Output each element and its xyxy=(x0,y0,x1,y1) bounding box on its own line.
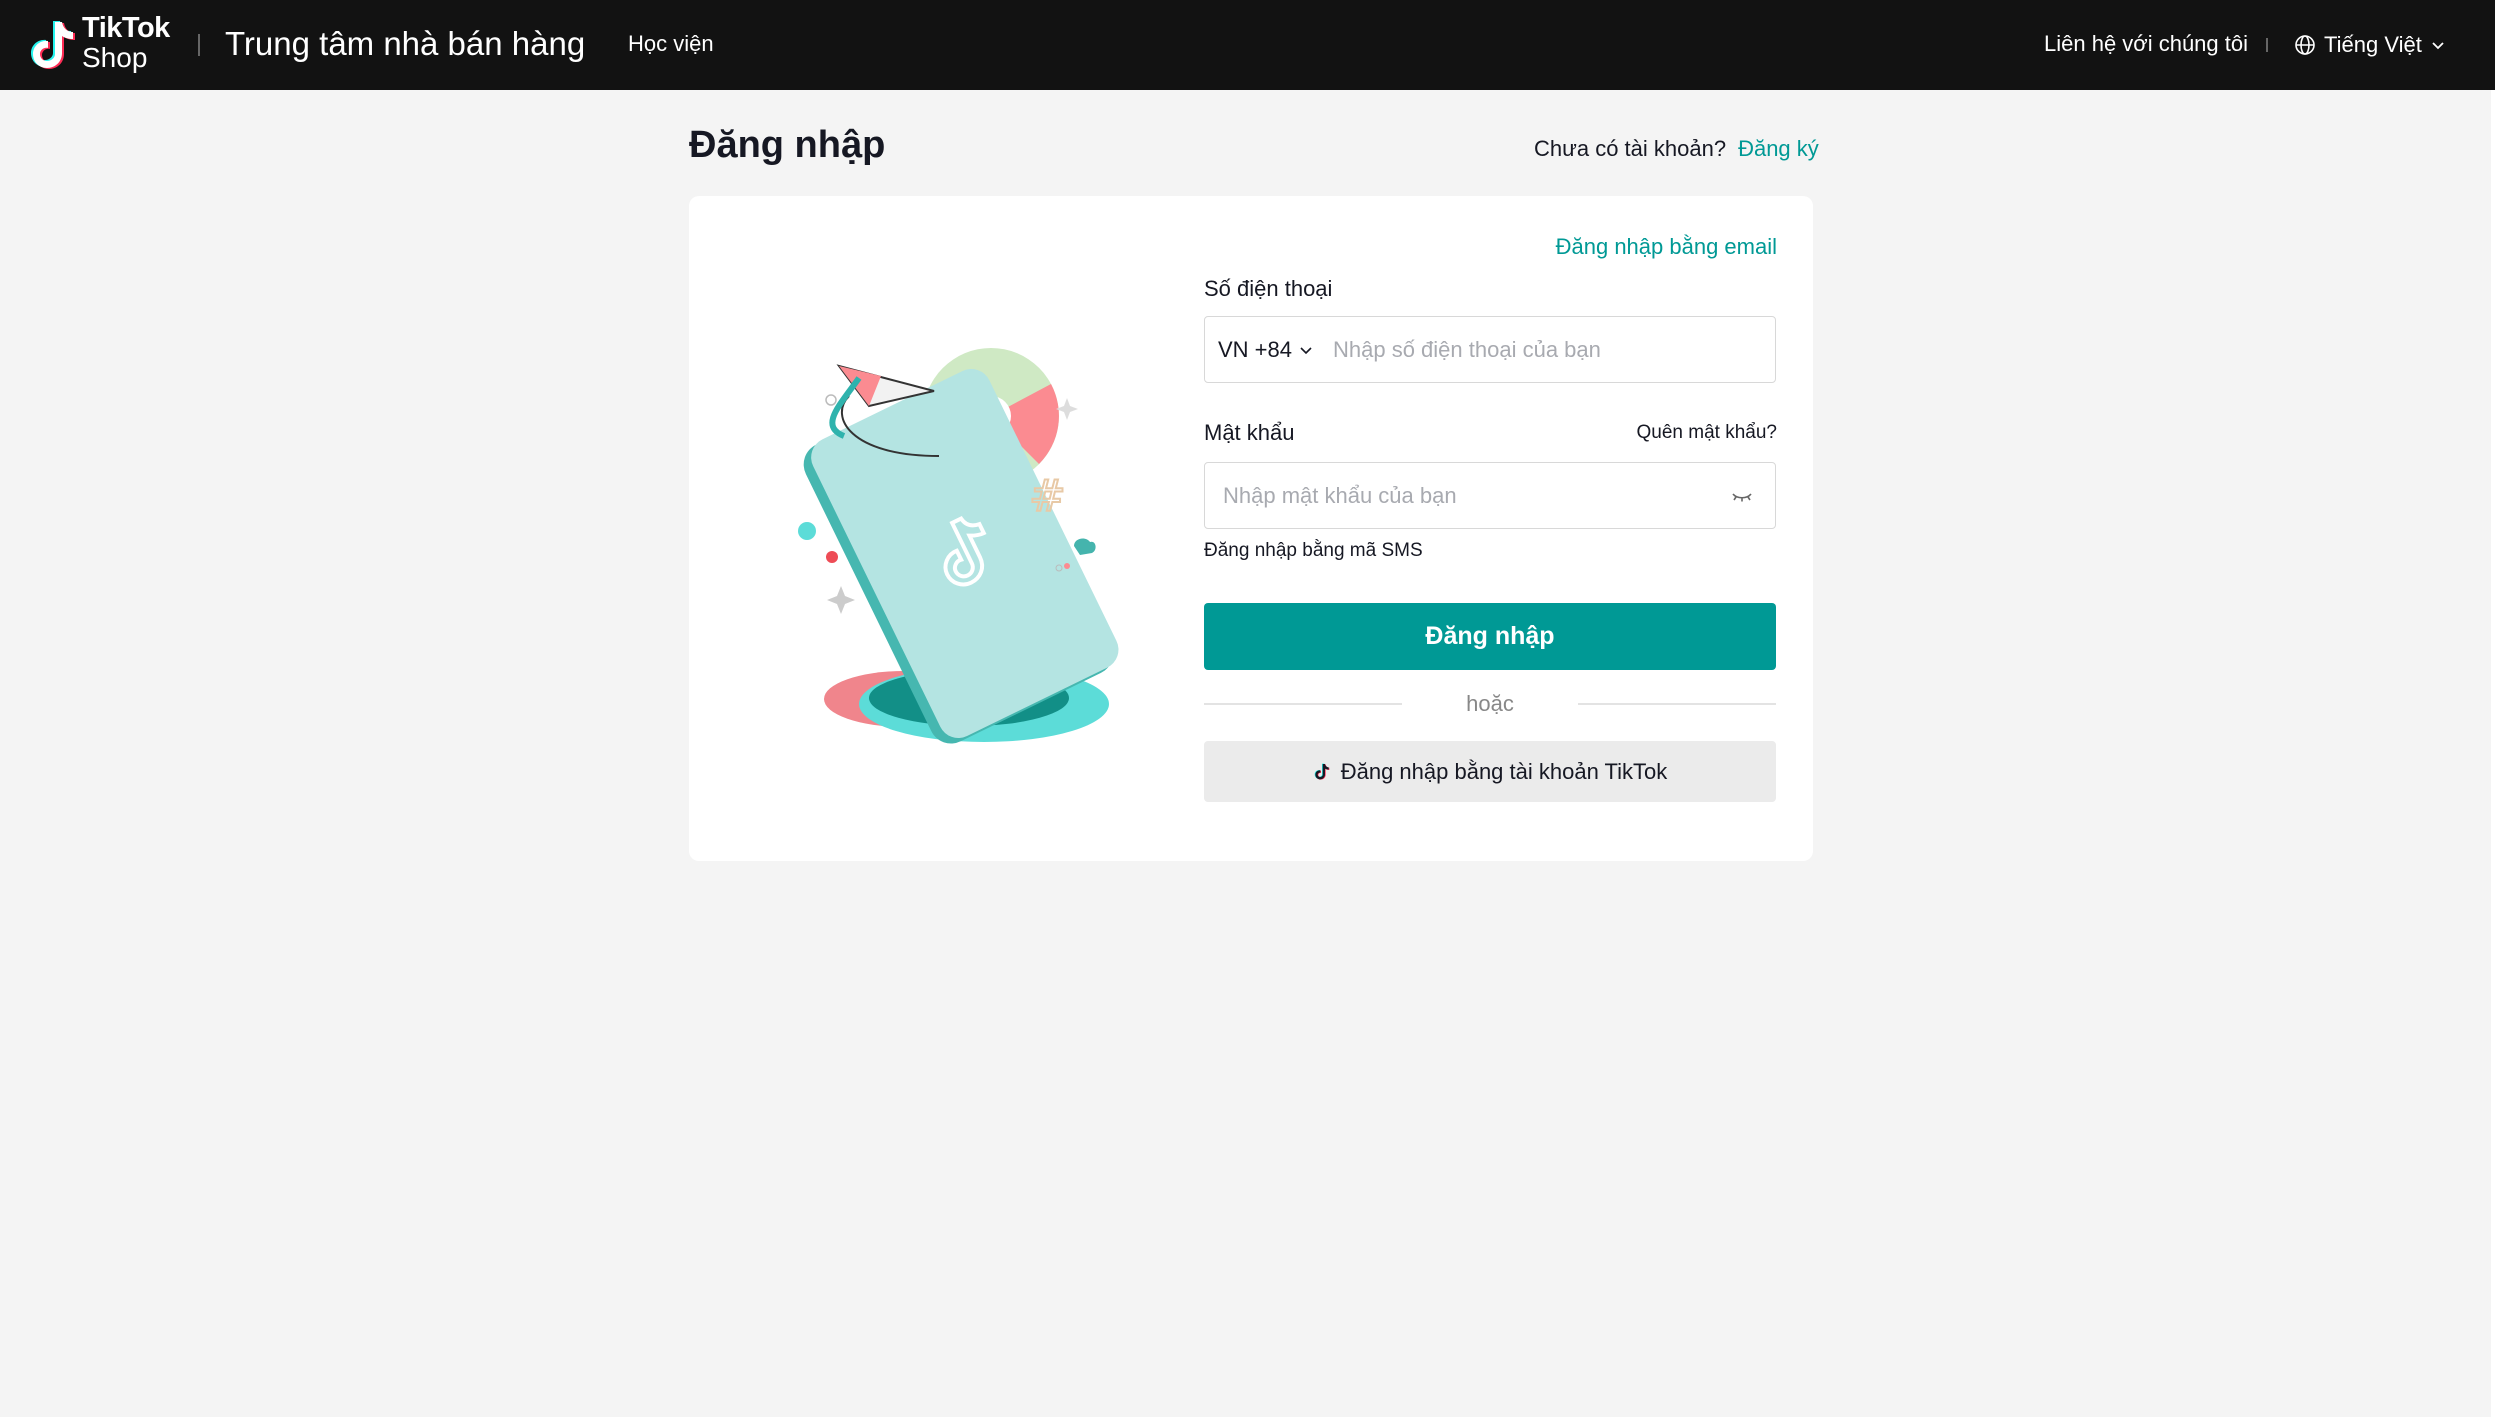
password-label: Mật khẩu xyxy=(1204,420,1295,445)
logo-text-tiktok: TikTok xyxy=(82,12,170,44)
tiktok-icon xyxy=(1314,763,1330,780)
globe-icon xyxy=(2295,35,2315,55)
page-title: Đăng nhập xyxy=(689,124,886,166)
header-divider-right xyxy=(2266,38,2268,52)
top-navigation-bar: TikTok Shop Trung tâm nhà bán hàng Học v… xyxy=(0,0,2495,90)
divider-line-right xyxy=(1577,703,1776,705)
phone-label: Số điện thoại xyxy=(1204,276,1333,301)
language-label: Tiếng Việt xyxy=(2324,32,2422,57)
no-account-text: Chưa có tài khoản? xyxy=(1534,136,1727,161)
header-divider xyxy=(198,34,200,56)
email-login-link[interactable]: Đăng nhập bằng email xyxy=(1556,234,1777,260)
password-input-group xyxy=(1204,462,1776,529)
divider-line-left xyxy=(1204,703,1403,705)
logo-text-shop: Shop xyxy=(82,42,148,73)
phone-input[interactable] xyxy=(1325,317,1775,382)
svg-text:#: # xyxy=(1029,471,1066,522)
country-code-value: VN +84 xyxy=(1218,336,1292,362)
page-edge xyxy=(2491,90,2495,1417)
login-button[interactable]: Đăng nhập xyxy=(1204,603,1776,670)
tiktok-shop-logo[interactable]: TikTok Shop xyxy=(28,12,178,76)
forgot-password-link[interactable]: Quên mật khẩu? xyxy=(1637,422,1777,444)
chevron-down-icon xyxy=(1300,346,1312,354)
country-code-selector[interactable]: VN +84 xyxy=(1205,337,1325,363)
password-input[interactable] xyxy=(1205,463,1727,528)
sms-login-link[interactable]: Đăng nhập bằng mã SMS xyxy=(1204,540,1423,562)
or-divider: hoặc xyxy=(1204,689,1776,719)
login-card: # Đăng nhập bằng email Số điện thoại VN … xyxy=(689,196,1813,861)
register-prompt: Chưa có tài khoản? Đăng ký xyxy=(1534,136,1819,162)
chevron-down-icon xyxy=(2432,42,2444,50)
tiktok-login-button[interactable]: Đăng nhập bằng tài khoản TikTok xyxy=(1204,741,1776,802)
phone-input-group: VN +84 xyxy=(1204,316,1776,383)
tiktok-logo-icon xyxy=(31,21,75,69)
language-selector[interactable]: Tiếng Việt xyxy=(2294,28,2446,62)
seller-center-title: Trung tâm nhà bán hàng xyxy=(225,25,586,62)
or-text: hoặc xyxy=(1466,691,1514,716)
eye-closed-icon[interactable] xyxy=(1727,481,1757,511)
contact-us-link[interactable]: Liên hệ với chúng tôi xyxy=(2044,31,2248,57)
tiktok-login-label: Đăng nhập bằng tài khoản TikTok xyxy=(1340,758,1668,784)
academy-link[interactable]: Học viện xyxy=(628,31,714,57)
phone-illustration: # xyxy=(798,348,1119,744)
register-link[interactable]: Đăng ký xyxy=(1738,136,1819,162)
